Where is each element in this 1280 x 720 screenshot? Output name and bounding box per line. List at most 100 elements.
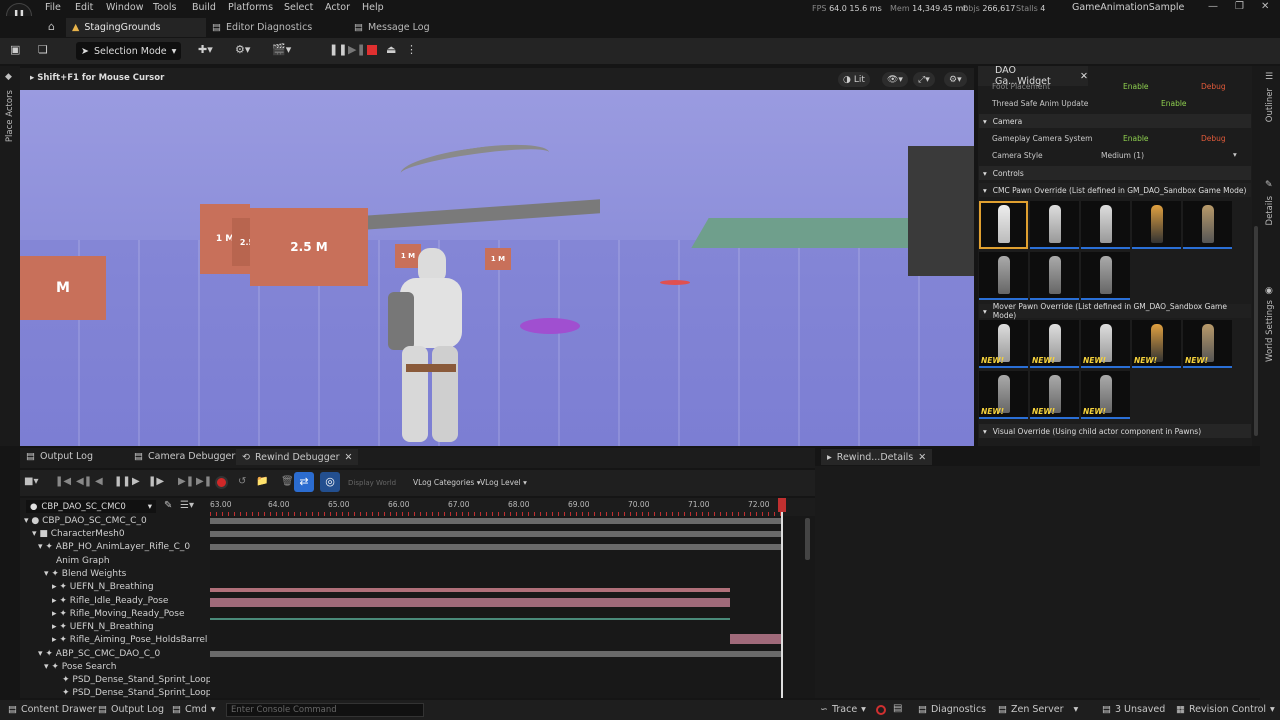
place-actors-tab[interactable]: Place Actors bbox=[5, 90, 15, 142]
tree-node-blend-weights[interactable]: ▾ ✦ Blend Weights bbox=[44, 569, 126, 579]
tab-rewind-details[interactable]: ▸ Rewind...Details ✕ bbox=[821, 449, 933, 465]
mover-pawn-thumb-3[interactable]: NEW! bbox=[1081, 320, 1130, 368]
menu-edit[interactable]: Edit bbox=[75, 2, 93, 13]
cmd-dropdown[interactable]: ▤ Cmd ▾ bbox=[172, 704, 216, 715]
thread-safe-enable[interactable]: Enable bbox=[1161, 99, 1187, 108]
show-flags-button[interactable]: 👁▾ bbox=[882, 72, 908, 87]
menu-window[interactable]: Window bbox=[106, 2, 143, 13]
pause-icon[interactable]: ❚❚ bbox=[329, 43, 347, 56]
selection-mode-dropdown[interactable]: ➤ Selection Mode ▾ bbox=[76, 42, 182, 60]
play-icon[interactable]: ▶ bbox=[132, 476, 140, 487]
camera-style-value[interactable]: Medium (1) bbox=[1101, 151, 1144, 160]
rewind-timeline[interactable]: 63.00 64.00 65.00 66.00 67.00 68.00 69.0… bbox=[210, 498, 815, 698]
pick-actor-icon[interactable]: ✎ bbox=[164, 500, 172, 511]
tab-message-log[interactable]: ▤ Message Log bbox=[348, 18, 436, 37]
menu-actor[interactable]: Actor bbox=[325, 2, 350, 13]
menu-file[interactable]: File bbox=[45, 2, 61, 13]
mover-pawn-thumb-8[interactable]: NEW! bbox=[1081, 371, 1130, 419]
home-icon[interactable]: ⌂ bbox=[48, 20, 55, 33]
auto-eject-icon[interactable]: ↺ bbox=[238, 476, 246, 487]
gameplay-camera-enable[interactable]: Enable bbox=[1123, 134, 1149, 143]
content-browse-icon[interactable]: ❏ bbox=[38, 43, 48, 56]
camera-section[interactable]: ▾ Camera bbox=[979, 114, 1251, 128]
globe-icon[interactable]: ◉ bbox=[1265, 286, 1273, 296]
mover-pawn-thumb-6[interactable]: NEW! bbox=[979, 371, 1028, 419]
more-options-icon[interactable]: ⋮ bbox=[406, 43, 417, 56]
foot-placement-enable[interactable]: Enable bbox=[1123, 82, 1149, 91]
blueprint-icon[interactable]: ⚙▾ bbox=[235, 43, 250, 56]
controls-section[interactable]: ▾ Controls bbox=[979, 166, 1251, 180]
outliner-icon[interactable]: ☰ bbox=[1265, 72, 1273, 82]
tree-node-rifle-idle[interactable]: ▸ ✦ Rifle_Idle_Ready_Pose bbox=[52, 596, 168, 606]
close-icon[interactable]: ✕ bbox=[1261, 1, 1269, 12]
tree-node-psd-2[interactable]: ✦ PSD_Dense_Stand_Sprint_Loops - bbox=[62, 688, 222, 698]
add-actor-icon[interactable]: ✚▾ bbox=[198, 43, 213, 56]
tab-editor-diagnostics[interactable]: ▤ Editor Diagnostics bbox=[206, 18, 318, 37]
menu-platforms[interactable]: Platforms bbox=[228, 2, 273, 13]
pencil-icon[interactable]: ✎ bbox=[1265, 180, 1273, 190]
menu-tools[interactable]: Tools bbox=[153, 2, 176, 13]
tab-output-log[interactable]: ▤ Output Log bbox=[26, 451, 93, 462]
record-trace-icon[interactable] bbox=[876, 705, 886, 715]
playhead-handle[interactable] bbox=[778, 498, 786, 512]
mover-pawn-thumb-4[interactable]: NEW! bbox=[1132, 320, 1181, 368]
tree-node-rifle-moving[interactable]: ▸ ✦ Rifle_Moving_Ready_Pose bbox=[52, 609, 185, 619]
foot-placement-debug[interactable]: Debug bbox=[1201, 82, 1226, 91]
save-icon[interactable]: ▣ bbox=[10, 43, 20, 56]
trash-icon[interactable]: 🗑 bbox=[281, 476, 294, 487]
menu-select[interactable]: Select bbox=[284, 2, 313, 13]
tab-camera-debugger[interactable]: ▤ Camera Debugger bbox=[134, 451, 235, 462]
details-tab[interactable]: Details bbox=[1265, 196, 1275, 225]
transform-tools-button[interactable]: ⤢▾ bbox=[913, 72, 935, 87]
tab-staging-grounds[interactable]: ▲ StagingGrounds bbox=[66, 18, 206, 37]
tree-node-rifle-aiming[interactable]: ▸ ✦ Rifle_Aiming_Pose_HoldsBarrel bbox=[52, 635, 207, 645]
chevron-down-icon[interactable]: ▾ bbox=[1233, 150, 1237, 159]
tree-node-psd-1[interactable]: ✦ PSD_Dense_Stand_Sprint_Loops - bbox=[62, 675, 222, 685]
vlog-visualizer-icon[interactable]: ◎ bbox=[320, 472, 340, 492]
tree-node-uefn-breathing-1[interactable]: ▸ ✦ UEFN_N_Breathing bbox=[52, 582, 154, 592]
cmc-pawn-thumb-8[interactable] bbox=[1081, 252, 1130, 300]
mover-pawn-thumb-5[interactable]: NEW! bbox=[1183, 320, 1232, 368]
diagnostics-button[interactable]: ▤ Diagnostics bbox=[918, 704, 986, 715]
tree-node-anim-graph[interactable]: Anim Graph bbox=[56, 556, 110, 566]
mover-pawn-thumb-7[interactable]: NEW! bbox=[1030, 371, 1079, 419]
folder-icon[interactable]: 📁 bbox=[256, 476, 268, 487]
display-world-dropdown[interactable]: Display World bbox=[348, 479, 396, 487]
close-tab-icon[interactable]: ✕ bbox=[1080, 71, 1088, 82]
tree-node-cbp[interactable]: ▾ ● CBP_DAO_SC_CMC_C_0 bbox=[24, 516, 147, 526]
record-icon[interactable] bbox=[215, 476, 228, 489]
close-tab-icon[interactable]: ✕ bbox=[345, 452, 353, 463]
timeline-scrollbar[interactable] bbox=[805, 518, 810, 560]
world-settings-tab[interactable]: World Settings bbox=[1265, 300, 1275, 362]
camera-dropdown-icon[interactable]: ■▾ bbox=[24, 476, 38, 487]
jump-end-icon[interactable]: ▶❚ bbox=[196, 476, 212, 487]
level-viewport[interactable]: 1 M 2.5 2.5 M 1 M 1 M M bbox=[20, 68, 974, 446]
cmc-pawn-thumb-5[interactable] bbox=[1183, 201, 1232, 249]
tree-node-pose-search[interactable]: ▾ ✦ Pose Search bbox=[44, 662, 116, 672]
cmc-pawn-thumb-7[interactable] bbox=[1030, 252, 1079, 300]
viewport-settings-button[interactable]: ⚙▾ bbox=[944, 72, 967, 87]
menu-help[interactable]: Help bbox=[362, 2, 384, 13]
snapshot-icon[interactable]: ▤ bbox=[893, 703, 902, 714]
place-actors-icon[interactable]: ◆ bbox=[5, 72, 12, 82]
step-forward-icon[interactable]: ❚▶ bbox=[148, 476, 164, 487]
transfer-icon[interactable]: ⇄ bbox=[294, 472, 314, 492]
cmc-pawn-thumb-4[interactable] bbox=[1132, 201, 1181, 249]
minimize-icon[interactable]: — bbox=[1208, 1, 1218, 12]
console-input[interactable]: Enter Console Command bbox=[226, 703, 424, 717]
tree-node-abp-animlayer[interactable]: ▾ ✦ ABP_HO_AnimLayer_Rifle_C_0 bbox=[38, 542, 190, 552]
cinematics-icon[interactable]: 🎬▾ bbox=[272, 43, 291, 56]
visual-override-section[interactable]: ▾ Visual Override (Using child actor comp… bbox=[979, 424, 1251, 438]
mover-pawn-thumb-2[interactable]: NEW! bbox=[1030, 320, 1079, 368]
cmc-pawn-thumb-1[interactable] bbox=[979, 201, 1028, 249]
cmc-pawn-thumb-3[interactable] bbox=[1081, 201, 1130, 249]
tree-node-abp-sc-cmc[interactable]: ▾ ✦ ABP_SC_CMC_DAO_C_0 bbox=[38, 649, 160, 659]
playhead[interactable] bbox=[781, 498, 783, 698]
trace-dropdown[interactable]: ∽ Trace ▾ bbox=[820, 704, 866, 715]
filter-icon[interactable]: ☰▾ bbox=[180, 500, 194, 511]
play-reverse-icon[interactable]: ◀ bbox=[95, 476, 103, 487]
unsaved-button[interactable]: ▤ 3 Unsaved bbox=[1102, 704, 1165, 715]
content-drawer-button[interactable]: ▤ Content Drawer bbox=[8, 704, 96, 715]
cmc-pawn-thumb-2[interactable] bbox=[1030, 201, 1079, 249]
actor-select-dropdown[interactable]: ● CBP_DAO_SC_CMC0 ▾ bbox=[26, 500, 156, 513]
